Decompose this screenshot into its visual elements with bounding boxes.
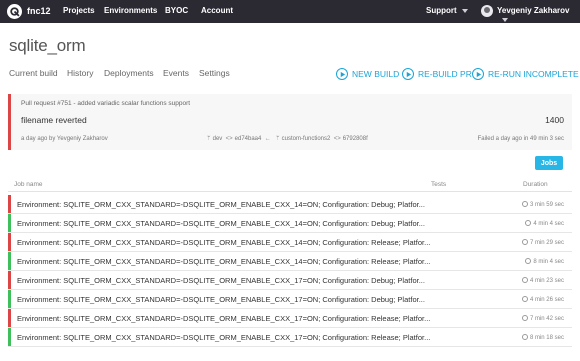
job-duration-value: 7 min 42 sec [529, 316, 564, 322]
base-commit[interactable]: ed74baa4 [235, 136, 262, 142]
tab-history[interactable]: History [67, 68, 93, 78]
column-header-tests: Tests [431, 181, 447, 188]
rerun-incomplete-label: RE-RUN INCOMPLETE [488, 69, 579, 79]
head-commit[interactable]: 6792808f [343, 136, 368, 142]
nav-environments[interactable]: Environments [104, 6, 157, 15]
chevron-down-icon [461, 8, 468, 13]
job-name: Environment: SQLITE_ORM_CXX_STANDARD=-DS… [17, 257, 431, 266]
build-status-line: Failed a day ago in 49 min 3 sec [477, 136, 564, 142]
clock-icon [521, 296, 528, 302]
job-duration-value: 7 min 29 sec [529, 240, 564, 246]
table-row[interactable]: Environment: SQLITE_ORM_CXX_STANDARD=-DS… [8, 195, 572, 214]
avatar[interactable] [481, 5, 493, 17]
column-header-job-name: Job name [14, 181, 43, 188]
clock-icon [521, 315, 528, 321]
rerun-incomplete-button[interactable]: RE-RUN INCOMPLETE [472, 68, 579, 80]
job-duration: 8 min 18 sec [521, 334, 564, 341]
column-header-duration: Duration [523, 181, 548, 188]
play-icon [336, 68, 348, 80]
table-header-divider [8, 191, 572, 192]
table-row[interactable]: Environment: SQLITE_ORM_CXX_STANDARD=-DS… [8, 233, 572, 252]
table-row[interactable]: Environment: SQLITE_ORM_CXX_STANDARD=-DS… [8, 290, 572, 309]
head-branch[interactable]: custom-functions2 [282, 136, 331, 142]
job-name: Environment: SQLITE_ORM_CXX_STANDARD=-DS… [17, 219, 425, 228]
job-status-stripe [8, 309, 11, 327]
branch-info: ᛘ dev <> ed74baa4 ← ᛘ custom-functions2 <> 6… [207, 136, 368, 142]
clock-icon [525, 220, 532, 226]
pull-request-title[interactable]: Pull request #751 - added variadic scala… [21, 100, 190, 107]
clock-icon [521, 239, 528, 245]
branch-icon: ᛘ [276, 136, 280, 142]
jobs-button[interactable]: Jobs [535, 156, 563, 170]
job-duration: 8 min 4 sec [525, 258, 564, 265]
build-summary-card: Pull request #751 - added variadic scala… [8, 94, 572, 150]
job-name: Environment: SQLITE_ORM_CXX_STANDARD=-DS… [17, 200, 425, 209]
job-duration: 4 min 4 sec [525, 220, 564, 227]
job-duration-value: 8 min 18 sec [529, 335, 564, 341]
job-status-stripe [8, 290, 11, 308]
account-name[interactable]: fnc12 [27, 6, 51, 16]
job-duration-value: 4 min 23 sec [529, 278, 564, 284]
branch-icon: ᛘ [207, 136, 211, 142]
job-name: Environment: SQLITE_ORM_CXX_STANDARD=-DS… [17, 314, 431, 323]
job-duration: 4 min 26 sec [521, 296, 564, 303]
tab-events[interactable]: Events [163, 68, 189, 78]
page-title: sqlite_orm [9, 36, 86, 55]
table-row[interactable]: Environment: SQLITE_ORM_CXX_STANDARD=-DS… [8, 328, 572, 347]
chevron-down-icon [502, 17, 508, 22]
build-author-line: a day ago by Yevgeniy Zakharov [21, 136, 108, 142]
clock-icon [521, 201, 528, 207]
play-icon [402, 68, 414, 80]
user-name: Yevgeniy Zakharov [497, 6, 570, 15]
appveyor-logo-icon[interactable] [7, 4, 22, 19]
table-row[interactable]: Environment: SQLITE_ORM_CXX_STANDARD=-DS… [8, 252, 572, 271]
base-branch[interactable]: dev [213, 136, 223, 142]
job-duration: 7 min 29 sec [521, 239, 564, 246]
job-name: Environment: SQLITE_ORM_CXX_STANDARD=-DS… [17, 238, 431, 247]
job-duration: 3 min 59 sec [521, 201, 564, 208]
job-status-stripe [8, 195, 11, 213]
table-row[interactable]: Environment: SQLITE_ORM_CXX_STANDARD=-DS… [8, 309, 572, 328]
job-name: Environment: SQLITE_ORM_CXX_STANDARD=-DS… [17, 295, 425, 304]
play-icon [472, 68, 484, 80]
tab-settings[interactable]: Settings [199, 68, 230, 78]
clock-icon [521, 334, 528, 340]
tab-current-build[interactable]: Current build [9, 68, 58, 78]
job-status-stripe [8, 252, 11, 270]
clock-icon [525, 258, 532, 264]
table-row[interactable]: Environment: SQLITE_ORM_CXX_STANDARD=-DS… [8, 271, 572, 290]
build-status-stripe [8, 94, 11, 150]
nav-projects[interactable]: Projects [63, 6, 95, 15]
new-build-label: NEW BUILD [352, 69, 400, 79]
job-duration: 4 min 23 sec [521, 277, 564, 284]
job-name: Environment: SQLITE_ORM_CXX_STANDARD=-DS… [17, 333, 431, 342]
top-nav-bar: fnc12 Projects Environments BYOC Account… [0, 0, 580, 23]
arrow-left-icon: ← [263, 136, 273, 142]
commit-icon: <> [223, 136, 233, 142]
job-status-stripe [8, 233, 11, 251]
job-status-stripe [8, 214, 11, 232]
support-menu[interactable]: Support [426, 6, 468, 15]
job-status-stripe [8, 328, 11, 346]
nav-byoc[interactable]: BYOC [165, 6, 188, 15]
user-menu[interactable]: Yevgeniy Zakharov [497, 6, 580, 24]
new-build-button[interactable]: NEW BUILD [336, 68, 399, 80]
job-duration-value: 4 min 26 sec [529, 297, 564, 303]
job-duration-value: 8 min 4 sec [533, 259, 564, 265]
clock-icon [521, 277, 528, 283]
tab-deployments[interactable]: Deployments [104, 68, 154, 78]
nav-account[interactable]: Account [201, 6, 233, 15]
job-duration: 7 min 42 sec [521, 315, 564, 322]
build-number: 1400 [545, 115, 564, 125]
job-duration-value: 3 min 59 sec [529, 202, 564, 208]
rebuild-pr-label: RE-BUILD PR [418, 69, 472, 79]
commit-icon: <> [332, 136, 341, 142]
commit-message: filename reverted [21, 115, 87, 125]
rebuild-pr-button[interactable]: RE-BUILD PR [402, 68, 472, 80]
job-duration-value: 4 min 4 sec [533, 221, 564, 227]
support-label: Support [426, 6, 457, 15]
table-row[interactable]: Environment: SQLITE_ORM_CXX_STANDARD=-DS… [8, 214, 572, 233]
job-status-stripe [8, 271, 11, 289]
job-name: Environment: SQLITE_ORM_CXX_STANDARD=-DS… [17, 276, 425, 285]
